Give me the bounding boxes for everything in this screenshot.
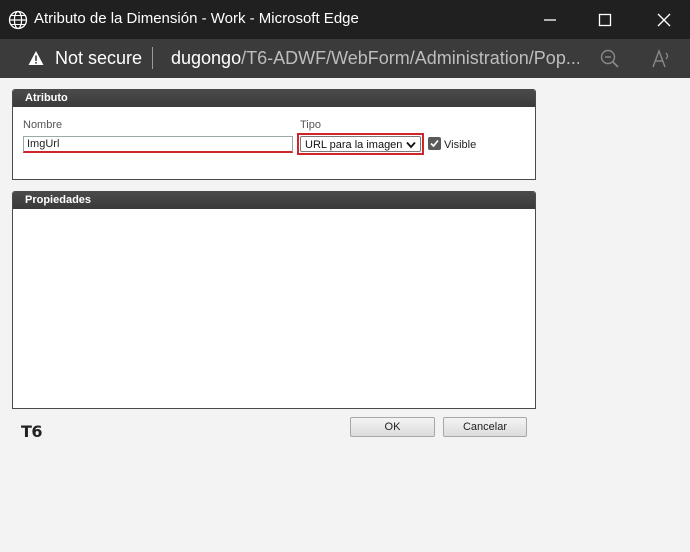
properties-panel: Propiedades [12, 191, 536, 409]
zoom-out-icon[interactable] [599, 48, 621, 70]
window-titlebar: Atributo de la Dimensión - Work - Micros… [0, 0, 690, 39]
type-label: Tipo [300, 119, 321, 131]
page-content: Atributo Nombre Tipo URL para la imagen … [0, 78, 690, 552]
window-title: Atributo de la Dimensión - Work - Micros… [34, 10, 359, 27]
type-select[interactable]: URL para la imagen [300, 136, 421, 152]
url-host: dugongo [171, 48, 242, 68]
attribute-panel: Atributo Nombre Tipo URL para la imagen … [12, 89, 536, 180]
visible-label[interactable]: Visible [444, 139, 476, 151]
globe-icon [8, 10, 28, 30]
attribute-panel-header: Atributo [13, 90, 535, 107]
url-path: /T6-ADWF/WebForm/Administration/Pop... [241, 48, 579, 68]
url-text[interactable]: dugongo/T6-ADWF/WebForm/Administration/P… [171, 48, 579, 69]
cancel-button[interactable]: Cancelar [443, 417, 527, 437]
maximize-button[interactable] [575, 0, 635, 39]
warning-icon[interactable] [28, 50, 44, 66]
security-label[interactable]: Not secure [55, 48, 142, 69]
minimize-icon [544, 18, 556, 21]
visible-checkbox[interactable] [428, 137, 441, 150]
close-button[interactable] [634, 0, 690, 39]
close-icon [657, 13, 671, 26]
name-input[interactable] [23, 136, 293, 153]
ok-button[interactable]: OK [350, 417, 435, 437]
properties-panel-header: Propiedades [13, 192, 535, 209]
address-separator [152, 47, 153, 69]
checkmark-icon [430, 139, 439, 148]
type-select-value: URL para la imagen [305, 139, 403, 151]
t6-logo: T6 [21, 422, 43, 441]
address-bar[interactable]: Not secure dugongo/T6-ADWF/WebForm/Admin… [0, 39, 690, 78]
maximize-icon [598, 13, 612, 26]
minimize-button[interactable] [520, 0, 580, 39]
chevron-down-icon [406, 141, 416, 149]
read-aloud-icon[interactable] [650, 48, 672, 70]
type-select-highlight[interactable]: URL para la imagen [297, 133, 424, 155]
name-label: Nombre [23, 119, 63, 131]
